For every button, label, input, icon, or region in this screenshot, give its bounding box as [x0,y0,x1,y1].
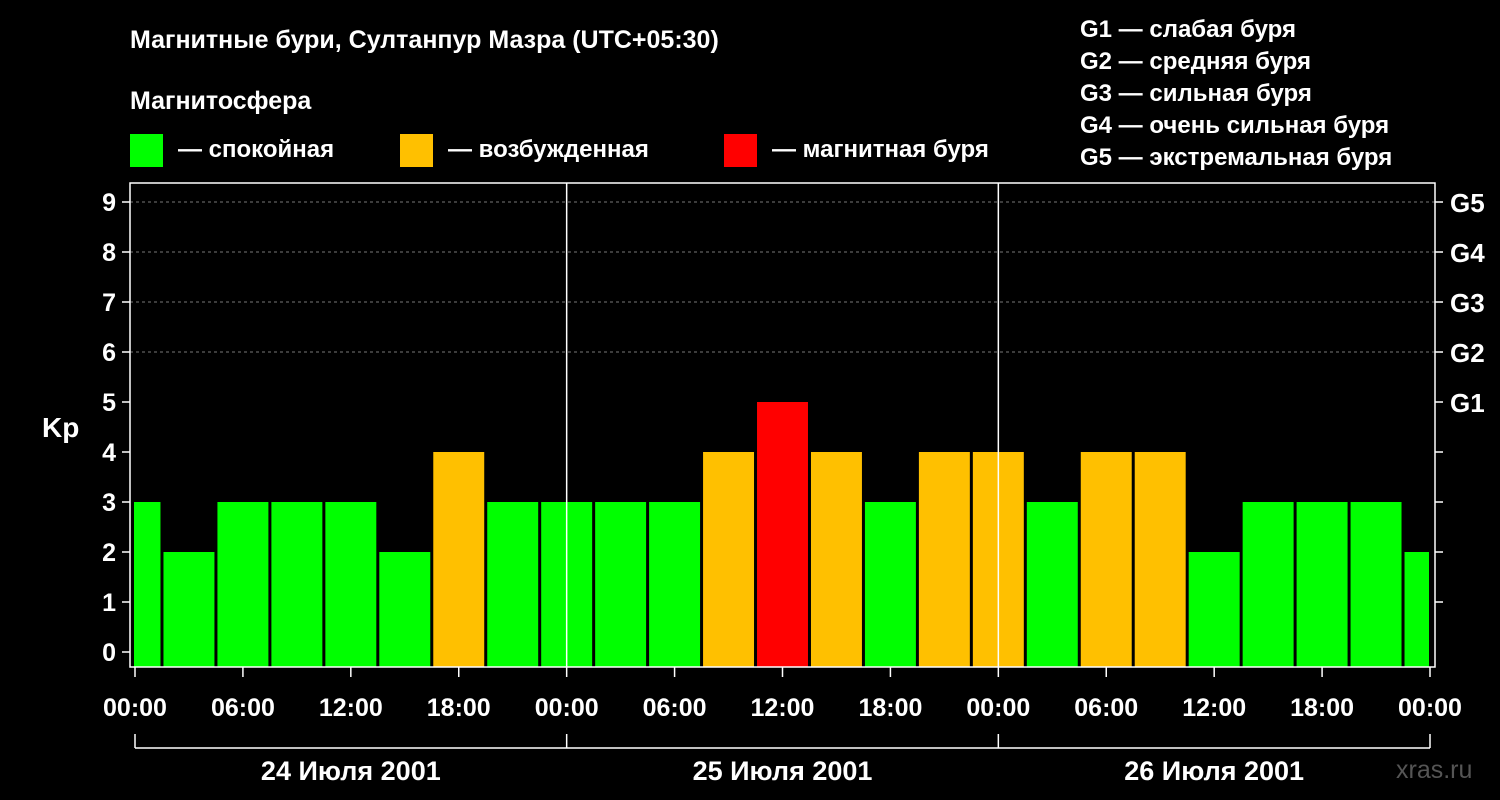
y-tick-label: 4 [102,439,116,467]
kp-bar [864,502,916,667]
kp-bar [1026,502,1078,667]
watermark: xras.ru [1396,756,1472,784]
g-level-label: G3 [1450,288,1485,318]
y-tick-label: 3 [102,489,116,517]
y-tick-label: 7 [102,289,116,317]
kp-bar [163,552,215,667]
kp-bar [1242,502,1294,667]
legend-label-active: — возбужденная [448,136,649,163]
legend-swatch-storm [724,134,757,167]
kp-bar [1404,552,1429,667]
kp-bar [379,552,431,667]
kp-bar [918,452,970,667]
kp-bar [433,452,485,667]
g-level-label: G2 [1450,338,1485,368]
chart-title: Магнитные бури, Султанпур Мазра (UTC+05:… [130,26,719,54]
x-tick-label: 00:00 [103,694,167,722]
g-level-label: G1 [1450,388,1485,418]
kp-bar [1296,502,1348,667]
x-tick-label: 00:00 [966,694,1030,722]
kp-bar [487,502,539,667]
plot-area: 0 1 2 3 4 5 6 7 8 9 G1 G2 G3 G4 G5 00:00 06:00 12:00 18:00… [102,182,1485,786]
kp-bar [649,502,701,667]
x-tick-label: 18:00 [427,694,491,722]
day-label: 25 Июля 2001 [693,756,873,786]
y-tick-label: 0 [102,639,116,667]
x-tick-label: 12:00 [751,694,815,722]
kp-bar [271,502,323,667]
x-tick-label: 18:00 [858,694,922,722]
x-tick-label: 00:00 [535,694,599,722]
x-tick-label: 00:00 [1398,694,1462,722]
kp-bar [703,452,755,667]
kp-bar [810,452,862,667]
g-scale-g1: G1 — слабая буря [1080,16,1296,43]
x-tick-label: 12:00 [319,694,383,722]
y-tick-label: 1 [102,589,116,617]
legend-label-calm: — спокойная [178,136,334,163]
kp-bar [1188,552,1240,667]
x-tick-label: 06:00 [211,694,275,722]
y-tick-label: 5 [102,389,116,417]
legend-label-storm: — магнитная буря [772,136,989,163]
kp-bar [1080,452,1132,667]
g-scale-g3: G3 — сильная буря [1080,80,1312,107]
y-tick-label: 2 [102,539,116,567]
kp-bar [595,502,647,667]
x-tick-label: 06:00 [1074,694,1138,722]
kp-bar [134,502,161,667]
day-label: 26 Июля 2001 [1124,756,1304,786]
x-tick-label: 12:00 [1182,694,1246,722]
x-tick-label: 18:00 [1290,694,1354,722]
y-tick-label: 9 [102,189,116,217]
magnetosphere-label: Магнитосфера [130,87,312,115]
g-level-label: G5 [1450,188,1485,218]
g-scale-g5: G5 — экстремальная буря [1080,144,1392,171]
kp-bar [217,502,269,667]
legend-swatch-calm [130,134,163,167]
kp-bar [1350,502,1402,667]
kp-bar [325,502,377,667]
kp-bar [757,402,808,667]
g-level-label: G4 [1450,238,1485,268]
legend-swatch-active [400,134,433,167]
kp-chart: Магнитные бури, Султанпур Мазра (UTC+05:… [42,16,1485,786]
y-tick-label: 6 [102,339,116,367]
x-tick-label: 06:00 [643,694,707,722]
y-tick-label: 8 [102,239,116,267]
day-label: 24 Июля 2001 [261,756,441,786]
g-scale-g4: G4 — очень сильная буря [1080,112,1389,139]
y-axis-label: Kp [42,412,79,443]
g-scale-g2: G2 — средняя буря [1080,48,1311,75]
kp-bar [1134,452,1186,667]
